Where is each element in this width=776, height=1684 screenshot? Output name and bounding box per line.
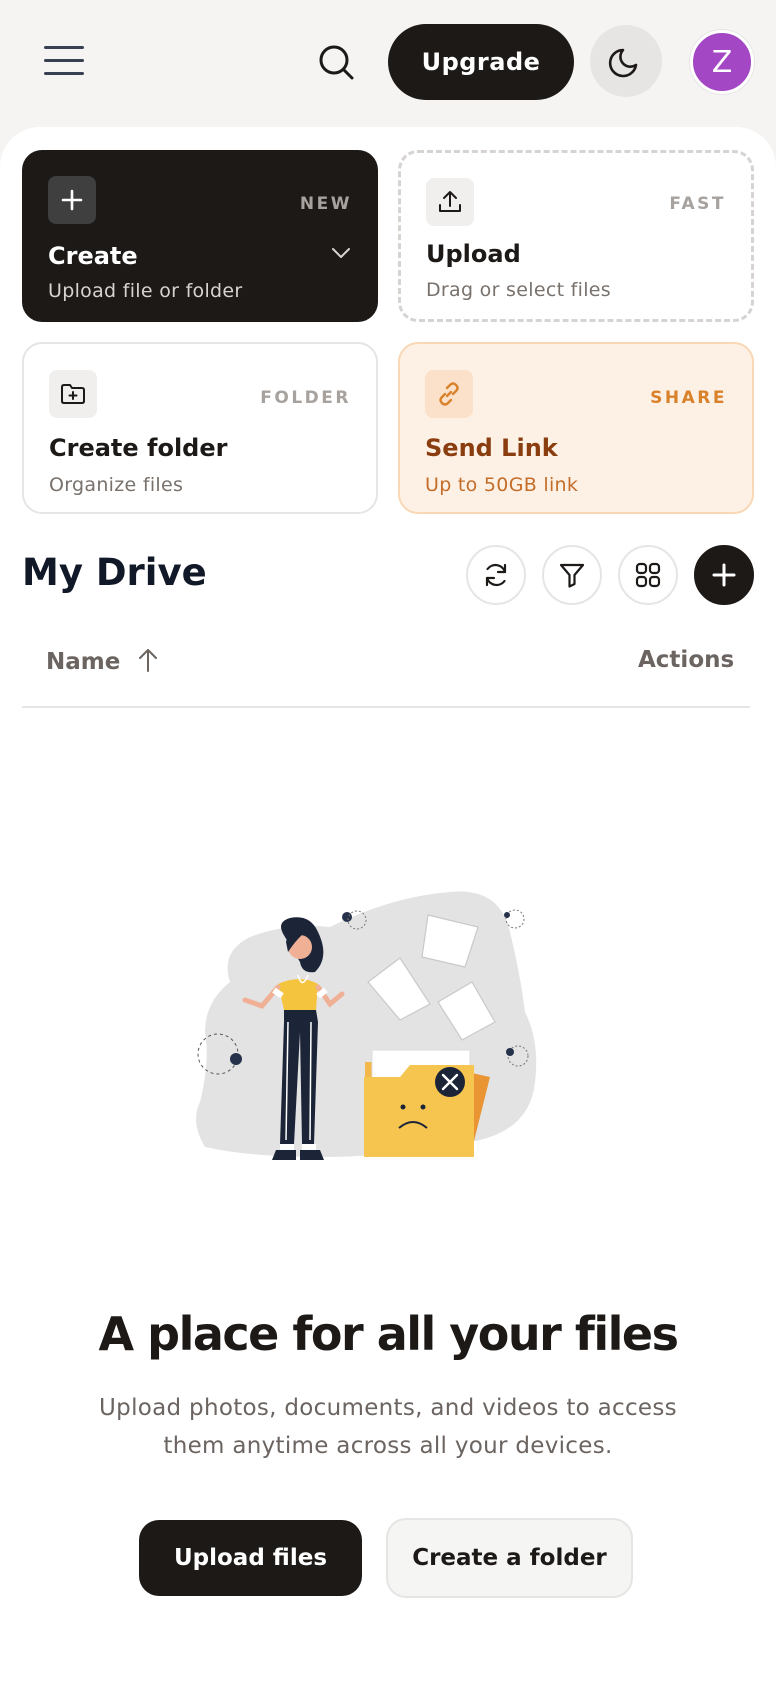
plus-icon: [48, 176, 96, 224]
column-label: Name: [46, 649, 121, 675]
moon-icon[interactable]: [590, 25, 662, 97]
grid-view-button[interactable]: [618, 545, 678, 605]
card-subtitle: Drag or select files: [426, 279, 611, 301]
avatar[interactable]: Z: [690, 30, 754, 94]
refresh-icon: [485, 563, 507, 587]
card-subtitle: Up to 50GB link: [425, 474, 579, 496]
empty-state-description: Upload photos, documents, and videos to …: [99, 1395, 677, 1459]
empty-state-title: A place for all your files: [98, 1307, 679, 1361]
card-tag: SHARE: [650, 388, 727, 408]
add-button[interactable]: [694, 545, 754, 605]
search-icon[interactable]: [312, 40, 362, 86]
card-tag: NEW: [299, 194, 352, 214]
upload-files-button[interactable]: Upload files: [139, 1520, 362, 1596]
send-link-card[interactable]: SHARE Send Link Up to 50GB link: [398, 342, 754, 514]
create-card[interactable]: NEW Create Upload file or folder: [22, 150, 378, 322]
arrow-up-icon: [139, 649, 158, 672]
card-title: Create folder: [49, 434, 228, 462]
hamburger-icon[interactable]: [40, 42, 86, 78]
top-bar: Upgrade Z: [0, 0, 776, 125]
upgrade-button[interactable]: Upgrade: [388, 24, 574, 100]
card-subtitle: Upload file or folder: [48, 280, 243, 302]
refresh-button[interactable]: [466, 545, 526, 605]
actions-column-header: Actions: [638, 647, 735, 673]
plus-icon: [712, 563, 736, 587]
card-title: Create: [48, 242, 138, 270]
empty-folder-illustration: [196, 891, 537, 1160]
upload-card[interactable]: FAST Upload Drag or select files: [398, 150, 754, 322]
card-title: Upload: [426, 240, 521, 268]
card-title: Send Link: [425, 434, 558, 462]
link-icon: [425, 370, 473, 418]
card-tag: FAST: [669, 194, 726, 214]
card-tag: FOLDER: [260, 388, 351, 408]
divider: [22, 706, 750, 708]
create-folder-card[interactable]: FOLDER Create folder Organize files: [22, 342, 378, 514]
card-subtitle: Organize files: [49, 474, 184, 496]
name-column-header[interactable]: Name: [46, 647, 160, 675]
main-panel: NEW Create Upload file or folder FAST Up…: [0, 127, 776, 1684]
create-folder-button[interactable]: Create a folder: [386, 1518, 633, 1598]
upload-icon: [426, 178, 474, 226]
filter-button[interactable]: [542, 545, 602, 605]
page-title: My Drive: [22, 551, 207, 594]
grid-icon: [635, 562, 661, 588]
filter-icon: [559, 563, 585, 588]
folder-plus-icon: [49, 370, 97, 418]
chevron-down-icon[interactable]: [330, 242, 352, 264]
